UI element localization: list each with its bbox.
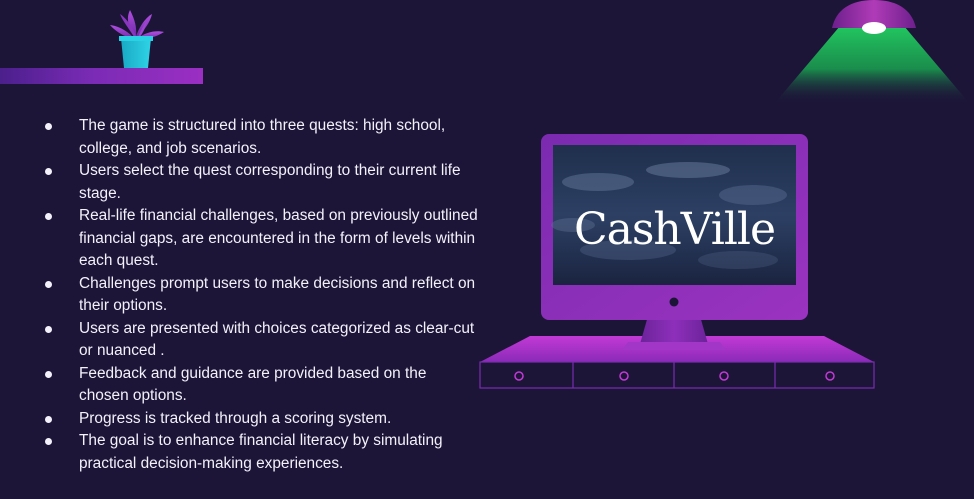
list-item: Users select the quest corresponding to … bbox=[40, 160, 480, 205]
list-item: Feedback and guidance are provided based… bbox=[40, 363, 480, 408]
bullet-dot bbox=[45, 123, 52, 130]
list-item: Progress is tracked through a scoring sy… bbox=[40, 408, 480, 431]
list-item-text: Real-life financial challenges, based on… bbox=[79, 207, 478, 269]
bullet-dot bbox=[45, 415, 52, 423]
feature-list: The game is structured into three quests… bbox=[40, 115, 480, 475]
list-item: The game is structured into three quests… bbox=[40, 115, 480, 160]
bullet-dot bbox=[45, 438, 52, 445]
shelf bbox=[0, 68, 203, 84]
ceiling-lamp-icon bbox=[774, 0, 970, 104]
list-item: Users are presented with choices categor… bbox=[40, 318, 480, 363]
bullet-dot bbox=[45, 213, 52, 220]
slide: The game is structured into three quests… bbox=[0, 0, 974, 499]
bullet-dot bbox=[45, 168, 52, 175]
list-item-text: Challenges prompt users to make decision… bbox=[79, 274, 476, 315]
list-item: Real-life financial challenges, based on… bbox=[40, 205, 480, 273]
list-item: Challenges prompt users to make decision… bbox=[40, 273, 480, 318]
list-item-text: Users are presented with choices categor… bbox=[79, 319, 475, 360]
list-item-text: Users select the quest corresponding to … bbox=[79, 162, 461, 202]
list-item-text: Progress is tracked through a scoring sy… bbox=[79, 409, 392, 427]
list-item-text: Feedback and guidance are provided based… bbox=[79, 364, 427, 405]
bullet-dot bbox=[45, 280, 52, 288]
bullet-dot bbox=[45, 325, 52, 333]
bullet-dot bbox=[45, 370, 52, 378]
screen-brand-title: CashVille bbox=[573, 204, 776, 255]
list-item-text: The game is structured into three quests… bbox=[79, 117, 446, 157]
list-item: The goal is to enhance financial literac… bbox=[40, 430, 480, 475]
desktop-computer-icon bbox=[479, 134, 875, 389]
potted-plant-icon bbox=[110, 10, 164, 68]
list-item-text: The goal is to enhance financial literac… bbox=[79, 432, 443, 472]
